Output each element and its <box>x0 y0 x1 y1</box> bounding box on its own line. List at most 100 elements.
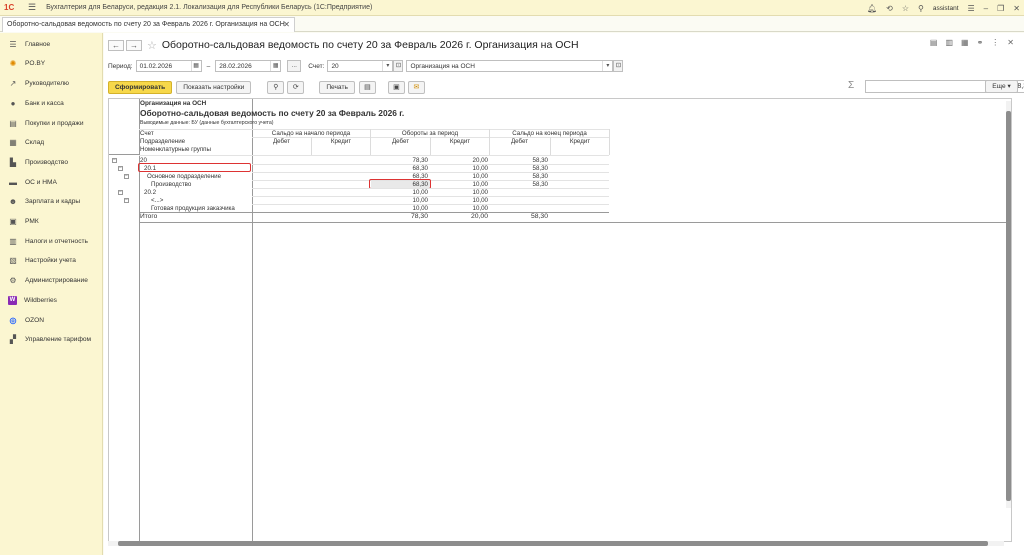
close-icon[interactable]: ✕ <box>1013 4 1020 13</box>
tab-osv[interactable]: Оборотно-сальдовая ведомость по счету 20… <box>2 17 295 32</box>
sidebar-item-rmk[interactable]: ▣ РМК <box>0 214 103 228</box>
sigma-icon: Σ <box>848 80 855 91</box>
compare-icon[interactable]: ▦ <box>961 38 969 47</box>
open-account-icon[interactable]: ⊡ <box>393 60 404 72</box>
calendar-icon[interactable]: ▦ <box>270 61 280 71</box>
row-name: <...> <box>151 197 164 204</box>
column-separator <box>252 99 253 541</box>
header-department: Подразделение <box>140 138 186 145</box>
header-credit: Кредит <box>330 138 352 145</box>
sidebar-item-poby[interactable]: ✺ PO.BY <box>0 56 103 70</box>
search-icon[interactable]: ⚲ <box>918 4 924 13</box>
collapse-toggle-icon[interactable]: − <box>118 166 123 171</box>
closing-debit: 58,30 <box>532 165 548 172</box>
close-form-icon[interactable]: ✕ <box>1007 38 1014 47</box>
closing-debit: 58,30 <box>532 173 548 180</box>
save-icon[interactable]: ▤ <box>930 38 938 47</box>
grid-line <box>609 129 610 155</box>
collapse-toggle-icon[interactable]: − <box>124 198 129 203</box>
bell-icon[interactable]: 🔔︎ <box>867 4 877 13</box>
calendar-icon[interactable]: ▦ <box>190 61 201 71</box>
sidebar-item-production[interactable]: ▙ Производство <box>0 155 103 169</box>
collapse-toggle-icon[interactable]: − <box>112 158 117 163</box>
email-icon[interactable]: ✉ <box>407 81 425 94</box>
user-name[interactable]: assistant <box>933 5 959 12</box>
header-opening-balance: Сальдо на начало периода <box>271 130 351 137</box>
report-title: Оборотно-сальдовая ведомость по счету 20… <box>140 108 405 118</box>
sidebar-item-salary[interactable]: ☻ Зарплата и кадры <box>0 194 103 208</box>
total-name: Итого <box>140 213 158 220</box>
sidebar-item-main[interactable]: ☰ Главное <box>0 37 103 51</box>
date-to-field[interactable]: 28.02.2026 ▦ <box>215 60 282 72</box>
header-turnover: Обороты за период <box>401 130 459 137</box>
form-title: Оборотно-сальдовая ведомость по счету 20… <box>161 39 579 51</box>
chart-icon: ↗ <box>9 78 17 88</box>
report-sheet[interactable]: Организация на ОСН Оборотно-сальдовая ве… <box>108 98 1012 542</box>
show-settings-button[interactable]: Показать настройки <box>176 81 252 94</box>
more-button[interactable]: Еще ▾ <box>985 80 1018 93</box>
collapse-toggle-icon[interactable]: − <box>124 174 129 179</box>
more-icon[interactable]: ⋮ <box>991 38 999 47</box>
print-icon[interactable]: ▥ <box>945 38 953 47</box>
back-button[interactable]: ← <box>108 39 124 51</box>
history-icon[interactable]: ⟲ <box>886 4 893 13</box>
turnover-debit: 78,30 <box>412 157 428 164</box>
turnover-credit: 10,00 <box>472 189 488 196</box>
sidebar-item-taxes[interactable]: ▥ Налоги и отчетность <box>0 234 103 248</box>
vertical-scrollbar[interactable] <box>1006 101 1011 508</box>
closing-debit: 58,30 <box>532 157 548 164</box>
header-account: Счет <box>140 130 154 137</box>
tax-icon: ▥ <box>9 236 17 246</box>
header-debit: Дебет <box>391 138 410 145</box>
tab-close-icon[interactable]: ✕ <box>283 20 290 29</box>
register-icon: ▣ <box>9 216 17 226</box>
preview-icon[interactable]: ▤ <box>358 81 376 94</box>
sidebar-item-accounting-settings[interactable]: ▧ Настройки учета <box>0 253 103 267</box>
header-debit: Дебет <box>272 138 291 145</box>
restore-icon[interactable]: ❐ <box>997 4 1004 13</box>
settings-menu-icon[interactable]: ☰ <box>968 4 975 13</box>
cart-icon: ▤ <box>9 118 17 128</box>
forward-button[interactable]: → <box>126 39 142 51</box>
assets-icon: ▬ <box>9 177 17 187</box>
star-icon[interactable]: ☆ <box>902 4 909 13</box>
link-icon[interactable]: ⚭ <box>977 38 984 47</box>
main-menu-icon[interactable]: ☰ <box>28 2 36 13</box>
scrollbar-thumb[interactable] <box>1006 111 1011 501</box>
search-icon[interactable]: ⚲ <box>267 81 285 94</box>
scrollbar-thumb[interactable] <box>118 541 988 546</box>
header-closing-balance: Сальдо на конец периода <box>512 130 587 137</box>
select-period-button[interactable]: ... <box>287 60 302 72</box>
sidebar-item-wildberries[interactable]: W Wildberries <box>0 293 103 307</box>
organization-field[interactable]: Организация на ОСН ▾ <box>406 60 614 72</box>
turnover-credit: 20,00 <box>472 157 488 164</box>
tab-bar: Оборотно-сальдовая ведомость по счету 20… <box>0 16 1024 32</box>
search-replace-icon[interactable]: ⟳ <box>287 81 305 94</box>
generate-button[interactable]: Сформировать <box>108 81 173 94</box>
horizontal-scrollbar[interactable] <box>108 541 1004 546</box>
sidebar-item-admin[interactable]: ⚙ Администрирование <box>0 273 103 287</box>
account-field[interactable]: 20 ▾ <box>327 60 394 72</box>
sidebar-item-director[interactable]: ↗ Руководителю <box>0 76 103 90</box>
minimize-icon[interactable]: – <box>984 4 988 13</box>
sidebar-item-tariff[interactable]: ▞ Управление тарифом <box>0 332 103 346</box>
collapse-toggle-icon[interactable]: − <box>118 190 123 195</box>
highlight-frame <box>138 163 251 172</box>
sidebar-item-bank[interactable]: ● Банк и касса <box>0 96 103 110</box>
save-icon[interactable]: ▣ <box>387 81 405 94</box>
date-to-value: 28.02.2026 <box>219 63 252 70</box>
sidebar-item-sales[interactable]: ▤ Покупки и продажи <box>0 116 103 130</box>
factory-icon: ▙ <box>9 157 17 167</box>
favorite-star-icon[interactable]: ☆ <box>147 39 157 52</box>
print-button[interactable]: Печать <box>319 81 355 94</box>
sidebar-item-ozon[interactable]: ◎ OZON <box>0 313 103 327</box>
chevron-down-icon[interactable]: ▾ <box>382 61 392 71</box>
chevron-down-icon[interactable]: ▾ <box>602 61 612 71</box>
sidebar-item-assets[interactable]: ▬ ОС и НМА <box>0 175 103 189</box>
row-separator <box>139 222 1011 223</box>
open-organization-icon[interactable]: ⊡ <box>613 60 624 72</box>
header-nomenclature-groups: Номенклатурные группы <box>140 146 211 153</box>
sidebar-item-warehouse[interactable]: ▦ Склад <box>0 135 103 149</box>
date-from-field[interactable]: 01.02.2026 ▦ <box>135 60 202 72</box>
grid-line <box>139 155 609 156</box>
